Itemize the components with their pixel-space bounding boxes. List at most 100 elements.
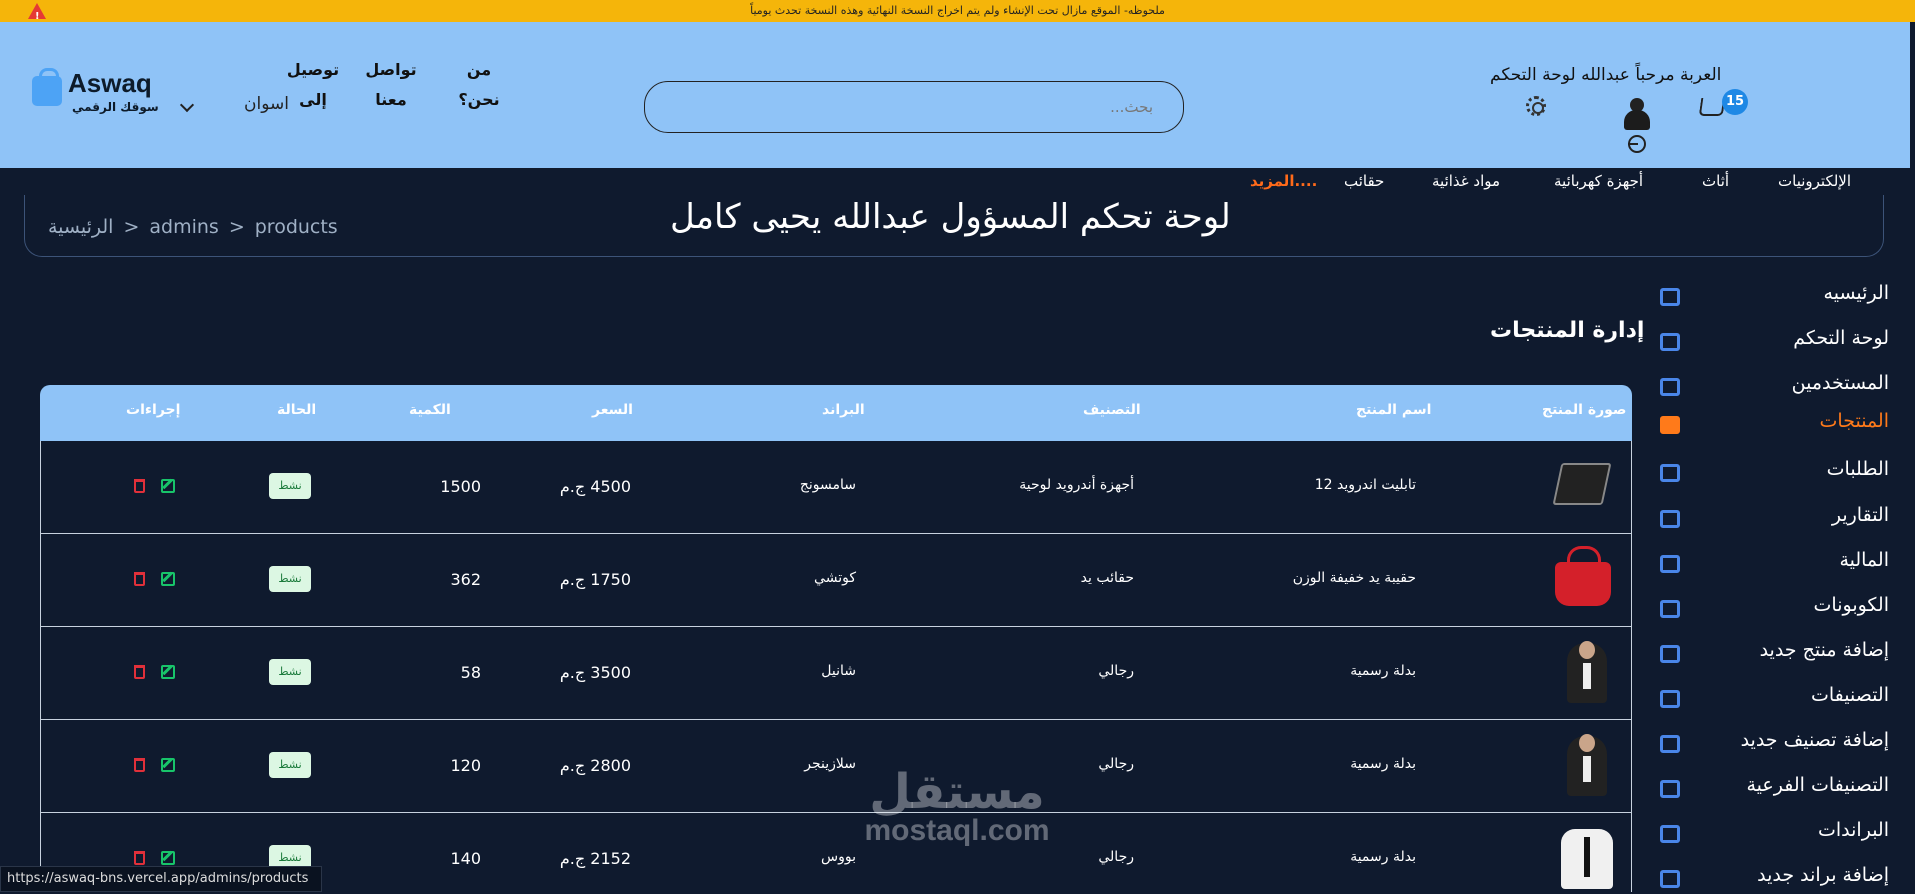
search-input[interactable] [644,81,1184,133]
ticket-icon [1660,600,1680,618]
nav-deliver-to[interactable]: توصيل إلى [278,55,348,115]
trash-icon[interactable] [134,665,145,679]
gear-icon[interactable] [1526,96,1546,116]
sidebar-item-label: الكوبونات [1813,594,1889,616]
tree-icon [1660,780,1680,798]
sidebar-item-home[interactable]: الرئيسيه [1650,278,1905,312]
breadcrumb-separator: > [228,216,245,238]
table-header: صورة المنتج اسم المنتج التصنيف البراند ا… [40,385,1632,441]
sidebar-item-brands[interactable]: البراندات [1650,815,1905,849]
breadcrumb: الرئيسية > admins > products [48,216,338,238]
breadcrumb-admins[interactable]: admins [149,216,218,238]
section-title: إدارة المنتجات [1490,318,1645,343]
status-badge: نشط [269,659,311,685]
warning-icon [28,3,46,28]
sidebar-item-label: لوحة التحكم [1793,327,1889,349]
product-name: بدلة رسمية [1350,756,1416,772]
table-row[interactable]: تابليت اندرويد 12 أجهزة أندرويد لوحية سا… [40,441,1632,534]
logo[interactable]: Aswaq سوقك الرقمي [32,64,162,124]
top-header: Aswaq سوقك الرقمي اسوان توصيل إلى تواصل … [0,22,1910,168]
cart-count-badge: 15 [1722,89,1748,115]
trash-icon[interactable] [134,572,145,586]
sidebar-item-dashboard[interactable]: لوحة التحكم [1650,323,1905,357]
product-brand: شانيل [821,663,856,679]
edit-icon[interactable] [161,572,175,586]
product-brand: بووس [821,849,856,865]
nav-contact-us[interactable]: تواصل معنا [356,55,426,115]
sidebar-item-label: إضافة براند جديد [1757,864,1889,886]
product-name: بدلة رسمية [1350,663,1416,679]
sidebar-item-label: التصنيفات الفرعية [1746,774,1890,796]
category-food[interactable]: مواد غذائية [1432,172,1500,190]
logo-brand: Aswaq [68,68,152,98]
category-more[interactable]: المزيد.... [1250,172,1317,190]
sidebar-item-label: إضافة تصنيف جديد [1740,729,1889,751]
col-status: الحالة [277,402,317,418]
avatar-body [1624,110,1650,130]
sidebar-item-label: التقارير [1831,504,1889,526]
edit-icon[interactable] [161,479,175,493]
product-qty: 362 [450,570,481,589]
tablet-image [1552,463,1612,505]
sidebar-item-orders[interactable]: الطلبات [1650,454,1905,488]
sidebar-item-add-product[interactable]: إضافة منتج جديد [1650,635,1905,669]
product-name: تابليت اندرويد 12 [1314,477,1416,493]
table-row[interactable]: حقيبة يد خفيفة الوزن حقائب يد كوتشي 1750… [40,534,1632,627]
product-category: رجالي [1098,756,1134,772]
chevron-down-icon[interactable] [179,97,195,113]
sidebar-item-label: التصنيفات [1810,684,1889,706]
product-brand: كوتشي [814,570,856,586]
edit-icon[interactable] [161,851,175,865]
breadcrumb-home[interactable]: الرئيسية [48,216,113,238]
sidebar-item-subcategories[interactable]: التصنيفات الفرعية [1650,770,1905,804]
status-badge: نشط [269,752,311,778]
welcome-text[interactable]: العربة مرحباً عبدالله لوحة التحكم [1490,65,1721,85]
sidebar-item-products[interactable]: المنتجات [1650,406,1905,440]
product-category: أجهزة أندرويد لوحية [1019,477,1134,493]
page-title: لوحة تحكم المسؤول عبدالله يحيى كامل [670,197,1231,237]
sidebar-item-label: الطلبات [1826,458,1889,480]
grid-icon [1660,690,1680,708]
category-electronics[interactable]: الإلكترونيات [1778,172,1851,190]
breadcrumb-separator: > [123,216,140,238]
sidebar-item-add-category[interactable]: إضافة تصنيف جديد [1650,725,1905,759]
category-appliances[interactable]: أجهزة كهربائية [1554,172,1643,190]
sidebar-item-users[interactable]: المستخدمين [1650,368,1905,402]
dashboard-icon [1660,333,1680,351]
product-category: رجالي [1098,663,1134,679]
trash-icon[interactable] [134,479,145,493]
product-brand: سامسونج [799,477,856,493]
product-price: 4500 ج.م [559,477,631,496]
avatar[interactable] [1622,98,1652,132]
sidebar-item-coupons[interactable]: الكوبونات [1650,590,1905,624]
trash-icon[interactable] [134,851,145,865]
truck-icon [1660,464,1680,482]
col-qty: الكمية [409,402,451,418]
table-row[interactable]: بدلة رسمية رجالي سلازينجر 2800 ج.م 120 ن… [40,720,1632,813]
product-qty: 1500 [440,477,481,496]
col-actions: إجراءات [126,402,181,418]
col-image: صورة المنتج [1542,402,1627,418]
bar-chart-icon [1660,510,1680,528]
sidebar-item-add-brand[interactable]: إضافة براند جديد [1650,860,1905,894]
brand-b-icon [1660,825,1680,843]
table-row[interactable]: بدلة رسمية رجالي شانيل 3500 ج.م 58 نشط [40,627,1632,720]
product-category: رجالي [1098,849,1134,865]
logout-icon[interactable] [1628,135,1646,153]
edit-icon[interactable] [161,758,175,772]
category-furniture[interactable]: أثاث [1702,172,1729,190]
nav-about-us[interactable]: من نحن؟ [444,55,514,115]
category-bags[interactable]: حقائب [1344,172,1384,190]
trash-icon[interactable] [134,758,145,772]
product-brand: سلازينجر [804,756,856,772]
chart-line-icon [1660,288,1680,306]
product-name: بدلة رسمية [1350,849,1416,865]
edit-icon[interactable] [161,665,175,679]
product-qty: 140 [450,849,481,868]
sidebar-item-label: البراندات [1818,819,1889,841]
sidebar-item-reports[interactable]: التقارير [1650,500,1905,534]
sidebar-item-categories[interactable]: التصنيفات [1650,680,1905,714]
col-brand: البراند [822,402,865,418]
sidebar-item-finance[interactable]: المالية [1650,545,1905,579]
col-category: التصنيف [1083,402,1141,418]
